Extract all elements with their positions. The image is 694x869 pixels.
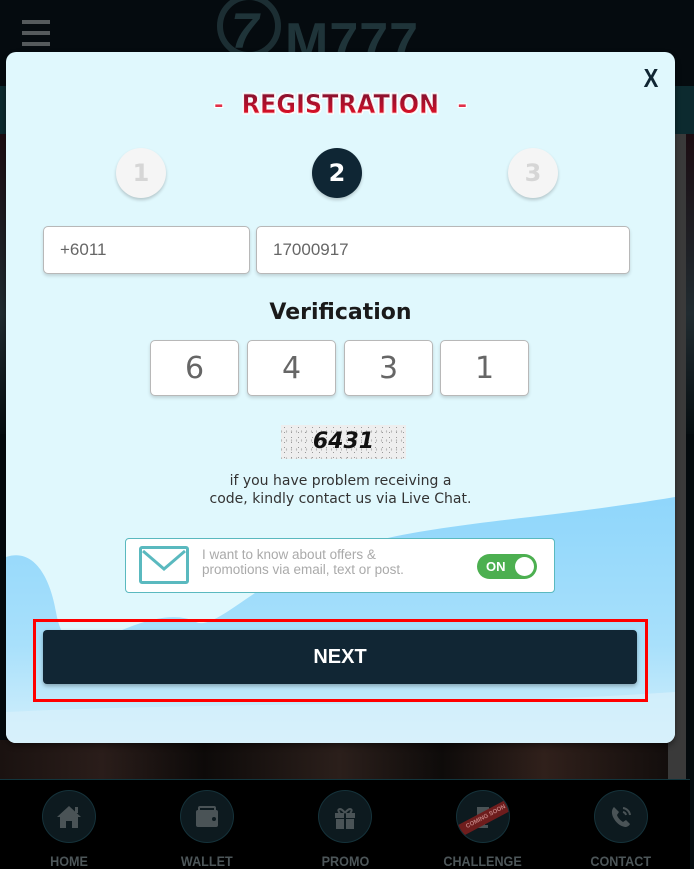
- next-button[interactable]: NEXT: [43, 630, 637, 684]
- nav-label: CONTACT: [590, 853, 652, 869]
- toggle-label: ON: [486, 559, 506, 574]
- gift-icon: [318, 790, 372, 843]
- toggle-knob: [515, 557, 534, 576]
- nav-item-contact[interactable]: CONTACT: [552, 780, 690, 869]
- hamburger-menu-icon[interactable]: [22, 20, 50, 46]
- nav-label: PROMO: [321, 853, 369, 869]
- phone-icon: [594, 790, 648, 843]
- modal-title: - REGISTRATION -: [6, 90, 675, 121]
- optin-toggle[interactable]: ON: [477, 554, 537, 579]
- otp-digit-1[interactable]: [150, 340, 239, 396]
- verification-label: Verification: [269, 300, 412, 325]
- nav-item-home[interactable]: HOME: [0, 780, 138, 869]
- title-text: REGISTRATION: [241, 90, 440, 121]
- marketing-optin: I want to know about offers & promotions…: [125, 538, 555, 593]
- help-text: if you have problem receiving a code, ki…: [6, 472, 675, 508]
- trophy-icon: COMING SOON: [456, 790, 510, 843]
- registration-modal: X - REGISTRATION - 1 2 3 Verification 64…: [6, 52, 675, 743]
- nav-item-challenge[interactable]: COMING SOON CHALLENGE: [414, 780, 552, 869]
- help-text-line1: if you have problem receiving a: [229, 473, 452, 489]
- bottom-nav: HOME WALLET PROMO COMING SOON CHALLENGE: [0, 779, 690, 869]
- title-decorator-left: -: [213, 90, 225, 121]
- title-decorator-right: -: [456, 90, 468, 121]
- otp-digit-3[interactable]: [344, 340, 433, 396]
- nav-item-promo[interactable]: PROMO: [276, 780, 414, 869]
- wallet-icon: [180, 790, 234, 843]
- step-3-indicator: 3: [508, 148, 558, 198]
- step-1-indicator: 1: [116, 148, 166, 198]
- optin-text: I want to know about offers & promotions…: [202, 547, 452, 577]
- background-promo-image: [0, 740, 680, 780]
- logo: 7 M777: [215, 0, 465, 71]
- nav-item-wallet[interactable]: WALLET: [138, 780, 276, 869]
- home-icon: [42, 790, 96, 843]
- mail-icon: [139, 546, 189, 584]
- nav-label: WALLET: [181, 853, 233, 869]
- country-code-input[interactable]: [43, 226, 250, 274]
- optin-text-line2: promotions via email, text or post.: [202, 562, 404, 577]
- optin-text-line1: I want to know about offers &: [202, 547, 376, 562]
- otp-digit-2[interactable]: [247, 340, 336, 396]
- nav-label: HOME: [50, 853, 88, 869]
- captcha-image: 6431: [281, 425, 406, 459]
- close-button[interactable]: X: [641, 64, 661, 92]
- help-text-line2: code, kindly contact us via Live Chat.: [209, 491, 472, 507]
- nav-label: CHALLENGE: [443, 853, 523, 869]
- step-2-indicator: 2: [312, 148, 362, 198]
- phone-number-input[interactable]: [256, 226, 630, 274]
- page: 7 M777 HOME WALLET PROMO COMING SOON CHA…: [0, 0, 694, 869]
- otp-digit-4[interactable]: [440, 340, 529, 396]
